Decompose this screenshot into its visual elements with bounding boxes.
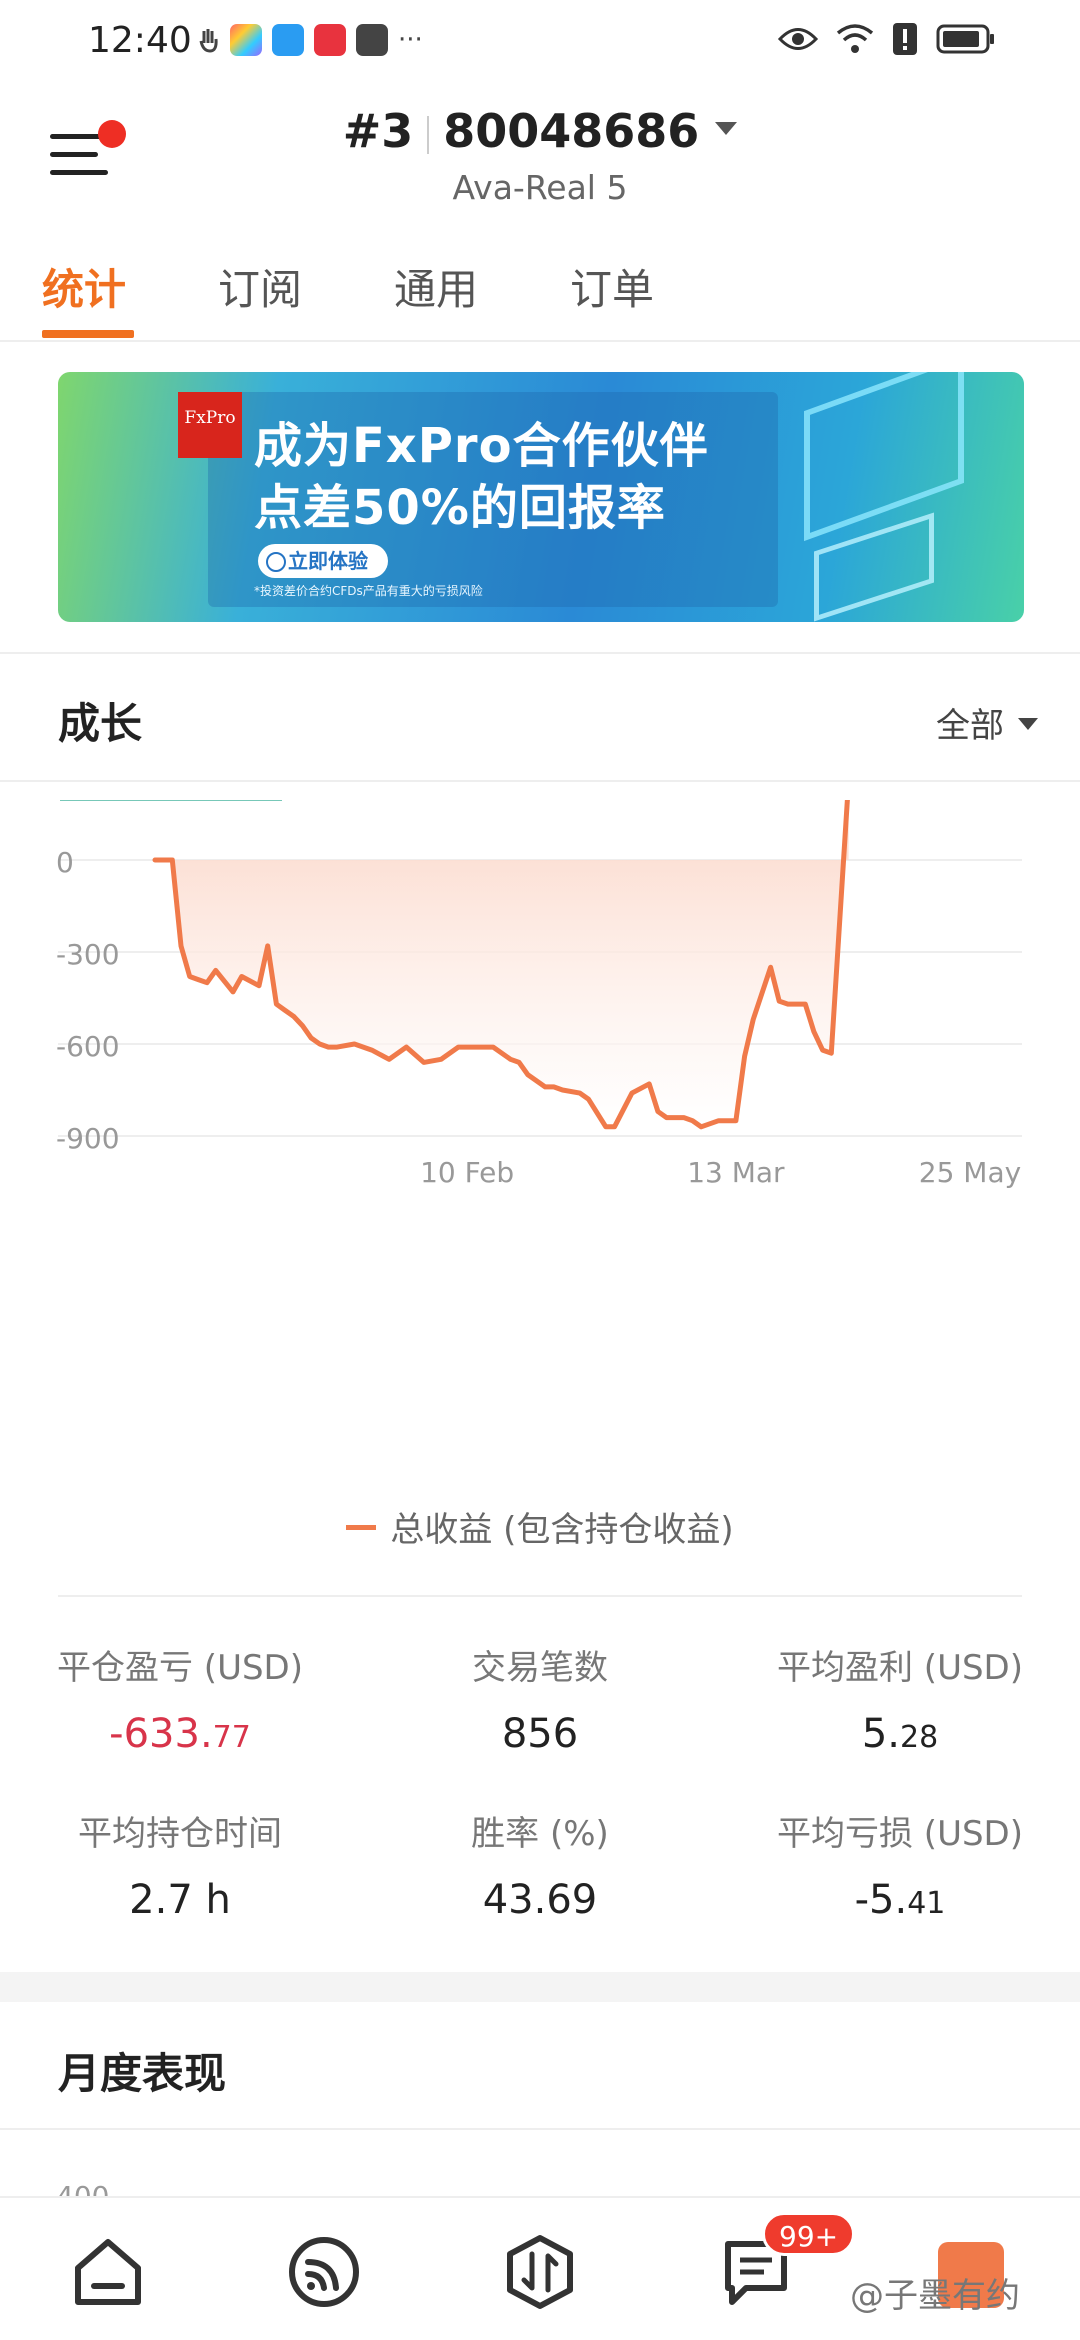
growth-chart[interactable]: 3000-300-600-900259.03 USD10 Feb13 Mar25… (0, 754, 1080, 1460)
status-time: 12:40 (88, 20, 192, 61)
active-tab-indicator (42, 330, 134, 338)
x-tick-label: 10 Feb (420, 1156, 514, 1189)
stat-avg-hold-time: 平均持仓时间 2.7 h (0, 1806, 360, 1923)
chevron-down-icon (1018, 717, 1038, 730)
banner-headline-2: 点差50%的回报率 (254, 480, 666, 536)
tab-general[interactable]: 通用 (394, 256, 478, 317)
monthly-performance-title: 月度表现 (58, 2049, 227, 2098)
x-tick-label: 13 Mar (687, 1156, 785, 1189)
growth-filter-dropdown[interactable]: 全部 (936, 698, 1038, 747)
stat-label: 平均持仓时间 (78, 1814, 282, 1854)
battery-icon (936, 24, 994, 54)
app-header: #3 80048686 Ava-Real 5 (0, 84, 1080, 224)
stat-closed-pnl: 平仓盈亏 (USD) -633.77 (0, 1640, 360, 1757)
status-bar: 12:40 ··· (0, 0, 1080, 84)
notification-icons: ··· (198, 24, 423, 56)
messages-badge: 99+ (762, 2212, 856, 2256)
more-notifications-icon: ··· (398, 25, 423, 55)
chevron-down-icon (715, 122, 738, 135)
stat-label: 交易笔数 (472, 1648, 608, 1688)
chart-legend: 总收益 (包含持仓收益) (0, 1502, 1080, 1551)
legend-label: 总收益 (包含持仓收益) (390, 1510, 734, 1550)
account-prefix: #3 (342, 104, 414, 158)
x-tick-label: 25 May (919, 1156, 1021, 1189)
app-store-icon (230, 24, 262, 56)
tab-statistics[interactable]: 统计 (42, 256, 126, 317)
stat-win-rate: 胜率 (%) 43.69 (360, 1806, 720, 1923)
huawei-icon (314, 24, 346, 56)
legend-swatch (346, 1525, 377, 1530)
stat-avg-profit: 平均盈利 (USD) 5.28 (720, 1640, 1080, 1757)
account-server: Ava-Real 5 (452, 168, 628, 207)
stat-value: -633.77 (109, 1711, 251, 1757)
stat-value: 5.28 (861, 1711, 939, 1757)
system-icons (778, 22, 996, 56)
banner-headline-1: 成为FxPro合作伙伴 (254, 418, 709, 474)
wifi-icon (836, 24, 874, 53)
fxpro-logo: FxPro (178, 392, 242, 458)
stat-value: -5.41 (854, 1877, 946, 1923)
account-selector[interactable]: #3 80048686 (0, 104, 1080, 158)
account-number: 80048686 (443, 104, 700, 158)
banner-risk-note: *投资差价合约CFDs产品有重大的亏损风险 (254, 584, 483, 598)
stat-value: 43.69 (482, 1877, 598, 1923)
tab-bar: 统计 订阅 通用 订单 (0, 232, 1080, 342)
promo-banner[interactable]: FxPro 成为FxPro合作伙伴 点差50%的回报率 立即体验 *投资差价合约… (58, 372, 1024, 622)
mail-icon (356, 24, 388, 56)
y-tick-label: -900 (56, 1122, 120, 1155)
trade-arrows-icon (507, 2235, 573, 2309)
y-tick-label: 0 (56, 846, 74, 879)
stat-trade-count: 交易笔数 856 (360, 1640, 720, 1757)
banner-cta-button[interactable]: 立即体验 (258, 544, 388, 578)
watermark: @子墨有约 (850, 2276, 1020, 2316)
current-value-badge (60, 760, 282, 801)
bottom-navigation: 99+ @子墨有约 (0, 2196, 1080, 2340)
alert-icon (893, 23, 917, 55)
growth-filter-label: 全部 (936, 706, 1004, 746)
growth-chart-svg: 3000-300-600-900259.03 USD10 Feb13 Mar25… (56, 754, 1022, 1189)
home-icon (75, 2239, 141, 2305)
stat-label: 胜率 (%) (471, 1814, 609, 1854)
divider (58, 1595, 1022, 1597)
tab-orders[interactable]: 订单 (570, 256, 654, 317)
nav-home[interactable] (68, 2232, 148, 2312)
signal-feed-icon (289, 2237, 359, 2307)
divider (0, 2128, 1080, 2130)
nav-signals[interactable] (284, 2232, 364, 2312)
stat-label: 平仓盈亏 (USD) (57, 1648, 303, 1688)
divider (0, 780, 1080, 782)
gesture-icon (199, 29, 218, 53)
growth-title: 成长 (58, 699, 143, 748)
laptop-illustration (804, 372, 964, 542)
series-area (155, 780, 849, 1127)
title-separator (427, 115, 430, 154)
nav-trade[interactable] (500, 2232, 580, 2312)
divider (0, 652, 1080, 654)
section-gap (0, 1972, 1080, 2002)
stat-label: 平均盈利 (USD) (777, 1648, 1023, 1688)
search-app-icon (272, 24, 304, 56)
tab-subscribe[interactable]: 订阅 (218, 256, 302, 317)
stat-value: 2.7 h (129, 1877, 231, 1923)
y-tick-label: -300 (56, 938, 120, 971)
stat-label: 平均亏损 (USD) (777, 1814, 1023, 1854)
eye-icon (778, 28, 818, 50)
stat-value: 856 (501, 1711, 579, 1757)
y-tick-label: -600 (56, 1030, 120, 1063)
stat-avg-loss: 平均亏损 (USD) -5.41 (720, 1806, 1080, 1923)
